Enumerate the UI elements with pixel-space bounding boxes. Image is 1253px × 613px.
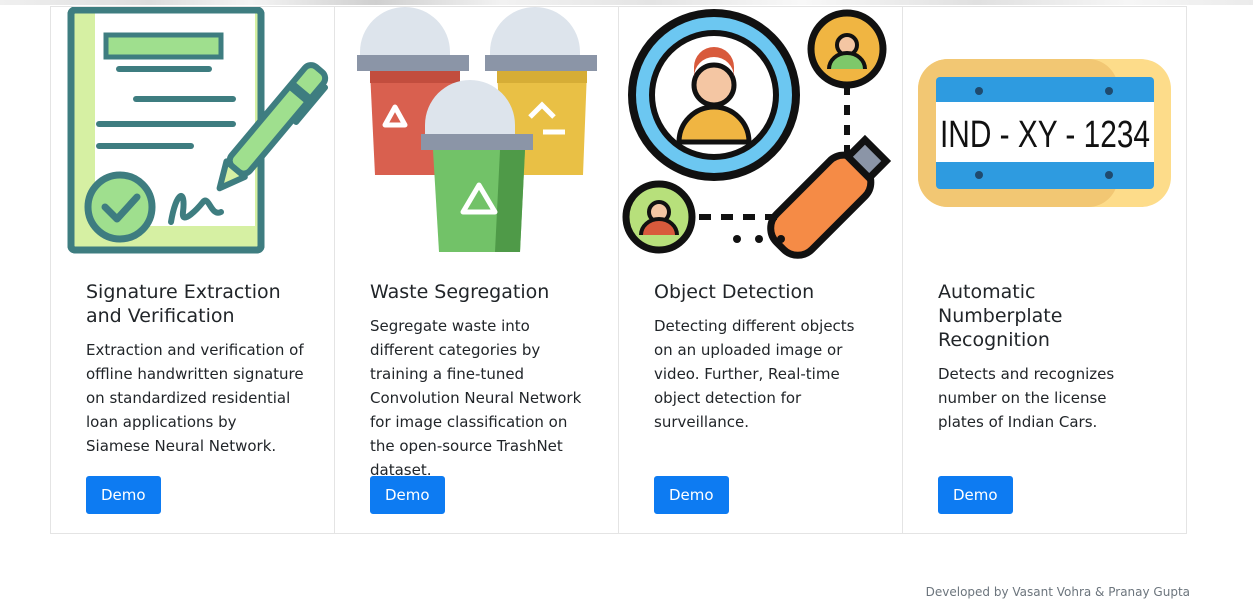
card-body: Waste Segregation Segregate waste into d… (370, 280, 588, 482)
demo-button-waste[interactable]: Demo (370, 476, 445, 514)
card-title: Automatic Numberplate Recognition (938, 281, 1063, 351)
card-title: Waste Segregation (370, 281, 550, 303)
card-body: Automatic Numberplate Recognition Detect… (938, 280, 1156, 434)
plate-text: IND - XY - 1234 (940, 114, 1150, 156)
top-strip (0, 0, 1253, 5)
card-object-detection: Object Detection Detecting different obj… (618, 6, 903, 534)
magnifier-person-icon (619, 7, 904, 262)
demo-button-object-detection[interactable]: Demo (654, 476, 729, 514)
card-title: Signature Extraction and Verification (86, 281, 281, 327)
card-numberplate: IND - XY - 1234 Automatic Numberplate Re… (902, 6, 1187, 534)
recycling-bins-icon (335, 7, 620, 262)
project-cards: Signature Extraction and Verification Ex… (50, 6, 1190, 534)
signature-document-icon (51, 7, 336, 262)
demo-button-numberplate[interactable]: Demo (938, 476, 1013, 514)
license-plate-icon: IND - XY - 1234 (903, 7, 1188, 262)
card-text: Detecting different objects on an upload… (654, 317, 855, 431)
card-text: Detects and recognizes number on the lic… (938, 365, 1115, 431)
demo-button-signature[interactable]: Demo (86, 476, 161, 514)
card-waste: Waste Segregation Segregate waste into d… (334, 6, 619, 534)
footer-credit: Developed by Vasant Vohra & Pranay Gupta (925, 585, 1190, 599)
card-title: Object Detection (654, 281, 815, 303)
card-signature: Signature Extraction and Verification Ex… (50, 6, 335, 534)
card-body: Object Detection Detecting different obj… (654, 280, 872, 434)
card-text: Segregate waste into different categorie… (370, 317, 582, 479)
card-text: Extraction and verification of offline h… (86, 341, 304, 455)
card-body: Signature Extraction and Verification Ex… (86, 280, 304, 458)
